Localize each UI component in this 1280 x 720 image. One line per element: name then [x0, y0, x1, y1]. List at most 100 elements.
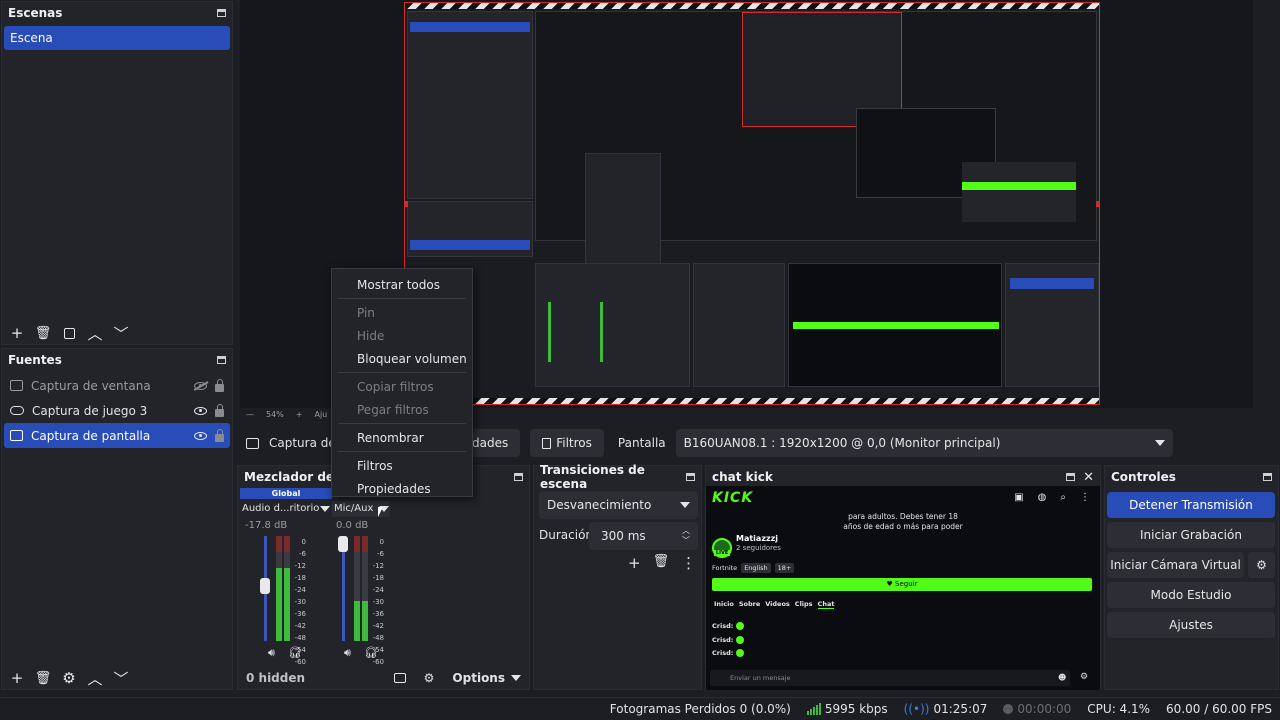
layout-icon[interactable]	[393, 673, 406, 683]
search-icon[interactable]: ⌕	[1060, 492, 1066, 503]
chat-username[interactable]: Crisd:	[712, 649, 733, 657]
chevron-down-icon[interactable]	[320, 506, 330, 512]
gear-icon[interactable]: ⚙	[1080, 672, 1088, 682]
live-badge: LIVE	[714, 550, 731, 556]
db-tick: -30	[372, 598, 384, 606]
headphones-icon[interactable]: 🎧︎	[364, 646, 378, 659]
emoji-icon[interactable]: ☻	[1058, 673, 1066, 682]
transition-type-select[interactable]: Desvanecimiento	[539, 491, 698, 519]
menu-item-mostrar-todos[interactable]: Mostrar todos	[332, 273, 472, 296]
chat-tab-sobre[interactable]: Sobre	[739, 600, 760, 609]
zoom-level: 54%	[266, 409, 284, 419]
trash-icon[interactable]: 🗑	[653, 554, 670, 572]
undock-icon[interactable]	[514, 473, 523, 481]
sources-dock-header: Fuentes	[2, 349, 232, 371]
scene-item[interactable]: Escena	[4, 26, 230, 50]
hazard-stripe-bottom	[405, 398, 1099, 404]
chevron-down-icon[interactable]: ﹀	[114, 325, 129, 343]
display-select[interactable]: B160UAN08.1 : 1920x1200 @ 0,0 (Monitor p…	[675, 429, 1173, 457]
vu-meter-left	[354, 536, 360, 641]
virtual-camera-settings-button[interactable]: ⚙	[1248, 552, 1275, 578]
source-item-window-capture[interactable]: Captura de ventana	[4, 373, 230, 398]
chat-username[interactable]: Crisd:	[712, 622, 733, 630]
source-item-game-capture[interactable]: Captura de juego 3	[4, 398, 230, 423]
tag[interactable]: 18+	[774, 563, 795, 573]
chevron-down-icon[interactable]: ﹀	[114, 670, 129, 688]
duration-spinbox[interactable]: 300 ms ︿ ﹀	[589, 522, 698, 550]
source-item-display-capture[interactable]: Captura de pantalla	[4, 423, 230, 448]
options-button[interactable]: Options	[452, 671, 521, 685]
undock-icon[interactable]	[217, 9, 226, 17]
speaker-icon[interactable]: 🔊︎	[268, 646, 275, 660]
resize-handle[interactable]	[405, 201, 408, 207]
zoom-fit-label[interactable]: Aju	[314, 410, 327, 419]
eye-icon[interactable]	[194, 431, 207, 440]
volume-slider-handle[interactable]	[260, 578, 270, 594]
source-label: Captura de juego 3	[32, 403, 148, 418]
start-virtual-camera-button[interactable]: Iniciar Cámara Virtual	[1107, 552, 1244, 578]
filter-icon[interactable]	[62, 326, 76, 340]
chat-tab-clips[interactable]: Clips	[795, 600, 813, 609]
menu-item-propiedades[interactable]: Propiedades	[332, 477, 472, 500]
settings-button[interactable]: Ajustes	[1107, 612, 1275, 638]
undock-icon[interactable]	[1066, 473, 1076, 481]
scenes-dock-header: Escenas	[2, 2, 232, 24]
trash-icon[interactable]: 🗑	[35, 671, 52, 686]
zoom-plus-icon[interactable]: +	[296, 410, 303, 419]
db-tick: -24	[372, 586, 384, 594]
gift-icon[interactable]: ▣	[1014, 492, 1023, 503]
eye-hidden-icon[interactable]	[194, 381, 207, 390]
speaker-icon[interactable]: 🔊︎	[344, 646, 351, 660]
menu-item-renombrar[interactable]: Renombrar	[332, 426, 472, 449]
add-icon[interactable]: +	[10, 324, 24, 342]
chat-username[interactable]: Crisd:	[712, 636, 733, 644]
kick-chat-webview[interactable]: KICK ▣ ◍ ⌕ ⋮ para adultos. Debes tener 1…	[706, 486, 1100, 690]
globe-icon[interactable]: ◍	[1038, 492, 1047, 503]
chat-tab-inicio[interactable]: Inicio	[714, 600, 734, 609]
menu-separator	[338, 451, 466, 452]
zoom-minus-icon[interactable]: —	[246, 410, 254, 419]
monitor-icon	[246, 437, 259, 449]
chat-tab-videos[interactable]: Videos	[765, 600, 790, 609]
chevron-up-icon[interactable]: ︿	[88, 670, 103, 688]
chevron-up-icon[interactable]: ︿	[88, 325, 103, 343]
add-icon[interactable]: +	[628, 554, 641, 572]
more-icon[interactable]: ⋮	[1080, 492, 1090, 503]
add-icon[interactable]: +	[10, 669, 24, 687]
undock-icon[interactable]	[217, 356, 226, 364]
lock-icon[interactable]	[215, 378, 224, 392]
db-tick: -42	[372, 622, 384, 630]
db-tick: -12	[294, 562, 306, 570]
menu-item-filtros[interactable]: Filtros	[332, 454, 472, 477]
undock-icon[interactable]	[1263, 473, 1272, 481]
follow-button[interactable]: ♥ Seguir	[712, 578, 1092, 591]
start-recording-button[interactable]: Iniciar Grabación	[1107, 522, 1275, 548]
eye-icon[interactable]	[194, 406, 207, 415]
lock-icon[interactable]	[215, 428, 224, 442]
undock-icon[interactable]	[686, 473, 695, 481]
resize-handle[interactable]	[1096, 201, 1099, 207]
volume-slider-handle[interactable]	[338, 536, 348, 552]
close-icon[interactable]: ✕	[1083, 471, 1094, 484]
chat-input[interactable]: Enviar un mensaje	[710, 670, 1070, 686]
mouse-cursor	[378, 507, 383, 517]
tag[interactable]: English	[741, 563, 771, 573]
menu-item-bloquear-volumen[interactable]: Bloquear volumen	[332, 347, 472, 370]
lock-icon[interactable]	[215, 403, 224, 417]
menu-item-pin: Pin	[357, 305, 375, 320]
studio-mode-button[interactable]: Modo Estudio	[1107, 582, 1275, 608]
chat-tab-chat[interactable]: Chat	[817, 600, 835, 609]
headphones-icon[interactable]: 🎧︎	[288, 646, 302, 659]
gear-icon[interactable]: ⚙	[424, 671, 435, 685]
stop-streaming-button[interactable]: Detener Transmisión	[1107, 492, 1275, 518]
chevron-up-icon[interactable]: ︿	[682, 526, 690, 536]
gear-icon[interactable]: ⚙	[62, 669, 76, 687]
mixer-footer: 0 hidden ⚙ Options	[238, 666, 529, 690]
chevron-down-icon[interactable]: ﹀	[682, 536, 690, 546]
preview-scrollbar[interactable]	[1253, 0, 1263, 408]
more-icon[interactable]: ⋮	[681, 554, 696, 572]
tag[interactable]: Fortnite	[712, 563, 737, 573]
trash-icon[interactable]: 🗑	[35, 326, 52, 341]
streamer-name: Matiazzzj	[736, 534, 779, 543]
filters-button[interactable]: Filtros	[530, 429, 604, 457]
